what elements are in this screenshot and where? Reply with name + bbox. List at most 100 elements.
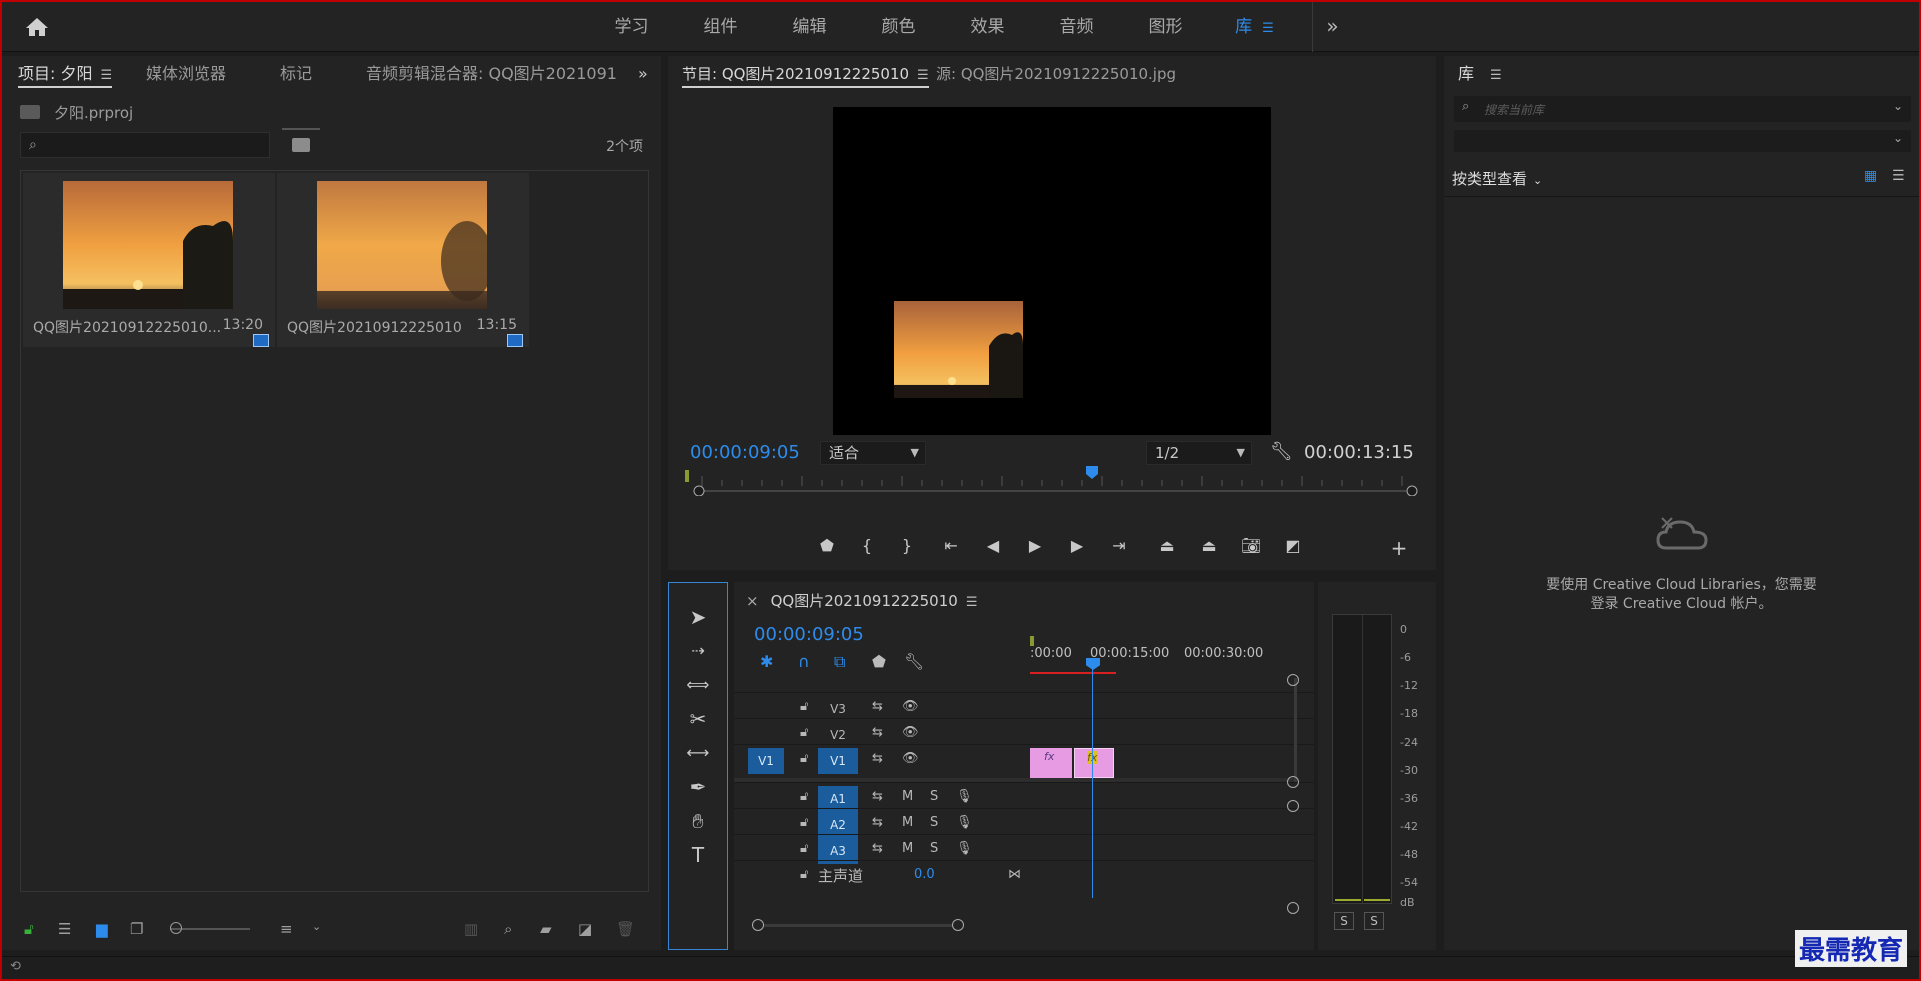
timeline-settings-icon[interactable]: 🔧︎ (904, 652, 924, 671)
sort-dropdown-icon[interactable]: ⌄ (312, 920, 321, 938)
more-workspaces-icon[interactable]: » (1312, 2, 1352, 52)
home-icon[interactable] (24, 16, 50, 38)
zoom-select[interactable]: 适合 ▼ (820, 441, 926, 465)
solo-right-button[interactable]: S (1364, 912, 1384, 930)
sort-icon[interactable]: ≡ (280, 920, 293, 938)
mute-button[interactable]: M (902, 789, 913, 804)
panel-menu-icon[interactable]: ☰ (966, 595, 978, 610)
tab-learn[interactable]: 学习 (587, 2, 676, 52)
step-forward-icon[interactable]: ▶ (1062, 536, 1092, 555)
output-icon[interactable]: ⋈ (1008, 867, 1021, 882)
horizontal-scrollbar[interactable] (758, 924, 958, 927)
scroll-handle[interactable] (952, 919, 964, 931)
microphone-icon[interactable]: 🎙︎ (956, 841, 973, 856)
track-label[interactable]: V1 (818, 748, 858, 774)
sync-lock-icon[interactable]: ⇆ (872, 815, 883, 830)
ripple-edit-tool-icon[interactable]: ⟺ (683, 671, 713, 699)
add-marker-icon[interactable]: ⬟ (812, 536, 842, 555)
lock-icon[interactable]: 🔓︎ (800, 789, 808, 804)
scroll-handle[interactable] (1287, 902, 1299, 914)
panel-menu-icon[interactable]: ☰ (917, 68, 929, 83)
button-editor-icon[interactable]: + (1384, 536, 1414, 560)
sync-lock-icon[interactable]: ⇆ (872, 789, 883, 804)
timeline-ruler[interactable]: :00:00 00:00:15:00 00:00:30:00 (1030, 630, 1314, 674)
video-clip[interactable]: fx (1030, 748, 1072, 778)
lock-icon[interactable]: 🔓︎ (800, 841, 808, 856)
microphone-icon[interactable]: 🎙︎ (956, 815, 973, 830)
tab-assembly[interactable]: 组件 (676, 2, 765, 52)
go-to-out-icon[interactable]: ⇥ (1104, 536, 1134, 555)
hand-tool-icon[interactable]: ✋︎ (683, 807, 713, 835)
play-icon[interactable]: ▶ (1020, 536, 1050, 555)
video-scrollbar[interactable] (1294, 678, 1297, 782)
playhead-timecode[interactable]: 00:00:09:05 (690, 442, 800, 463)
master-volume-value[interactable]: 0.0 (914, 867, 935, 882)
pen-tool-icon[interactable]: ✒ (683, 773, 713, 801)
sync-lock-icon[interactable]: ⇆ (872, 725, 883, 740)
lock-icon[interactable]: 🔓︎ (800, 867, 808, 882)
tab-source[interactable]: 源: QQ图片20210912225010.jpg (936, 56, 1176, 92)
sequence-tab[interactable]: × QQ图片20210912225010 ☰ (746, 590, 977, 611)
grid-view-icon[interactable]: ▦ (1864, 168, 1877, 184)
panel-menu-icon[interactable]: ☰ (100, 68, 112, 83)
library-search-input[interactable]: ⌕ 搜索当前库 ⌄ (1454, 96, 1911, 122)
panel-menu-icon[interactable]: ☰ (1490, 68, 1502, 83)
zoom-slider[interactable] (170, 928, 250, 930)
tab-project[interactable]: 项目: 夕阳 ☰ (18, 56, 113, 92)
extract-icon[interactable]: ⏏ (1194, 536, 1224, 555)
step-back-icon[interactable]: ◀ (978, 536, 1008, 555)
eye-icon[interactable]: 👁︎ (902, 725, 919, 740)
selection-tool-icon[interactable]: ➤ (683, 603, 713, 631)
zoom-slider-handle[interactable] (170, 922, 182, 934)
mute-button[interactable]: M (902, 841, 913, 856)
scroll-handle[interactable] (1287, 776, 1299, 788)
new-item-icon[interactable]: ◪ (578, 920, 592, 938)
lock-icon[interactable]: 🔓︎ (800, 699, 808, 714)
source-patch[interactable]: V1 (748, 748, 784, 774)
scroll-handle[interactable] (752, 919, 764, 931)
project-item[interactable]: QQ图片20210912225010 13:15 (277, 173, 529, 347)
microphone-icon[interactable]: 🎙︎ (956, 789, 973, 804)
linked-selection-icon[interactable]: ⧉ (834, 652, 845, 672)
tab-program[interactable]: 节目: QQ图片20210912225010 ☰ (682, 56, 929, 92)
track-select-tool-icon[interactable]: ⇢ (683, 637, 713, 665)
slip-tool-icon[interactable]: ⟷ (683, 739, 713, 767)
program-video[interactable] (833, 107, 1271, 435)
tab-menu-icon[interactable]: ☰ (1262, 21, 1274, 36)
icon-view-icon[interactable]: ▆ (96, 920, 108, 938)
video-clip[interactable]: fx (1074, 748, 1114, 778)
find-icon[interactable]: ⌕ (504, 920, 512, 938)
nest-icon[interactable]: ✱ (760, 652, 773, 671)
type-tool-icon[interactable]: T (683, 841, 713, 869)
scroll-handle[interactable] (1287, 800, 1299, 812)
go-to-in-icon[interactable]: ⇤ (936, 536, 966, 555)
tab-libraries-panel[interactable]: 库 ☰ (1458, 56, 1502, 92)
eye-icon[interactable]: 👁︎ (902, 699, 919, 714)
tab-markers[interactable]: 标记 (280, 56, 312, 92)
library-select[interactable]: ⌄ (1454, 130, 1911, 152)
solo-button[interactable]: S (930, 789, 938, 804)
tab-audio-clip-mixer[interactable]: 音频剪辑混合器: QQ图片20210912 (366, 56, 616, 92)
lift-icon[interactable]: ⏏ (1152, 536, 1182, 555)
tab-effects[interactable]: 效果 (943, 2, 1032, 52)
tab-editing[interactable]: 编辑 (765, 2, 854, 52)
lock-icon[interactable]: 🔓︎ (800, 751, 808, 766)
lock-icon[interactable]: 🔓︎ (800, 725, 808, 740)
comparison-view-icon[interactable]: ◩ (1278, 536, 1308, 555)
settings-wrench-icon[interactable]: 🔧︎ (1270, 441, 1293, 462)
tab-media-browser[interactable]: 媒体浏览器 (146, 56, 226, 92)
lock-icon[interactable]: 🔓︎ (800, 815, 808, 830)
view-by-type-dropdown[interactable]: 按类型查看 ⌄ (1452, 168, 1542, 189)
project-search-input[interactable]: ⌕ (20, 132, 270, 158)
program-ruler[interactable] (690, 466, 1418, 496)
tab-audio[interactable]: 音频 (1032, 2, 1121, 52)
snap-icon[interactable]: ∩ (798, 652, 810, 671)
solo-button[interactable]: S (930, 815, 938, 830)
solo-button[interactable]: S (930, 841, 938, 856)
timeline-timecode[interactable]: 00:00:09:05 (754, 624, 864, 645)
tab-libraries[interactable]: 库 ☰ (1210, 2, 1299, 52)
eye-icon[interactable]: 👁︎ (902, 751, 919, 766)
list-view-icon[interactable]: ☰ (1892, 168, 1905, 184)
project-item[interactable]: QQ图片20210912225010... 13:20 (23, 173, 275, 347)
razor-tool-icon[interactable]: ✂ (683, 705, 713, 733)
